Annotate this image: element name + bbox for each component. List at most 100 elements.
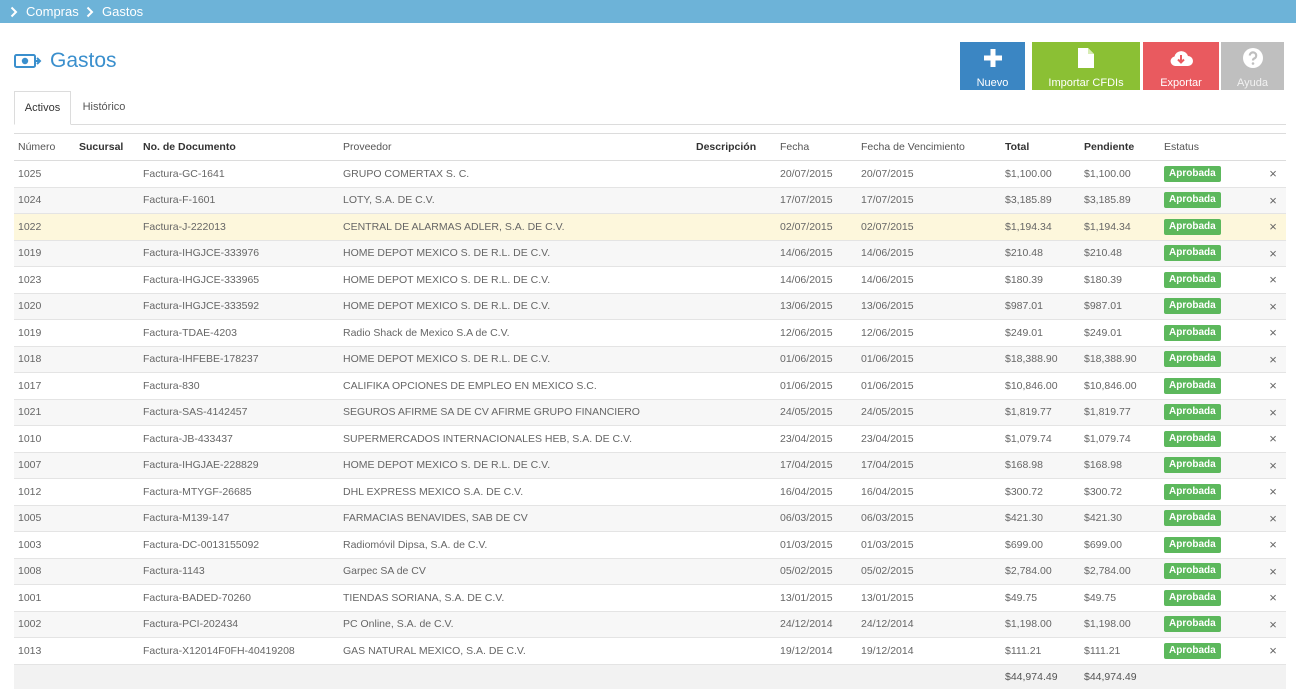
- header-fecha[interactable]: Fecha: [776, 133, 857, 161]
- header-total[interactable]: Total: [1001, 133, 1080, 161]
- table-row[interactable]: 1022 Factura-J-222013 CENTRAL DE ALARMAS A…: [14, 213, 1286, 241]
- cell-estatus: Aprobada: [1160, 240, 1260, 267]
- cell-descripcion: [692, 319, 776, 347]
- cell-total: $300.72: [1001, 478, 1080, 506]
- table-row[interactable]: 1001 Factura-BADED-70260 TIENDAS SORIANA, …: [14, 584, 1286, 612]
- delete-icon[interactable]: ×: [1260, 425, 1286, 453]
- cell-numero: 1012: [14, 478, 75, 506]
- table-row[interactable]: 1005 Factura-M139-147 FARMACIAS BENAVIDES,…: [14, 505, 1286, 532]
- delete-icon[interactable]: ×: [1260, 505, 1286, 532]
- cell-descripcion: [692, 637, 776, 665]
- delete-icon[interactable]: ×: [1260, 558, 1286, 585]
- cell-numero: 1018: [14, 346, 75, 373]
- delete-icon[interactable]: ×: [1260, 266, 1286, 294]
- table-row[interactable]: 1007 Factura-IHGJAE-228829 HOME DEPOT MEXI…: [14, 452, 1286, 479]
- table-row[interactable]: 1018 Factura-IHFEBE-178237 HOME DEPOT MEXI…: [14, 346, 1286, 373]
- delete-icon[interactable]: ×: [1260, 611, 1286, 638]
- table-row[interactable]: 1023 Factura-IHGJCE-333965 HOME DEPOT MEXI…: [14, 266, 1286, 294]
- cell-descripcion: [692, 240, 776, 267]
- delete-icon[interactable]: ×: [1260, 240, 1286, 267]
- ayuda-button[interactable]: Ayuda: [1221, 42, 1284, 90]
- cell-estatus: Aprobada: [1160, 478, 1260, 506]
- cell-sucursal: [75, 505, 139, 532]
- table-row[interactable]: 1003 Factura-DC-0013155092 Radiomóvil Dips…: [14, 531, 1286, 559]
- header-pendiente[interactable]: Pendiente: [1080, 133, 1160, 161]
- table-row[interactable]: 1013 Factura-X12014F0FH-40419208 GAS NATUR…: [14, 637, 1286, 665]
- cell-documento: Factura-IHFEBE-178237: [139, 346, 339, 373]
- cell-total: $1,079.74: [1001, 425, 1080, 453]
- cell-pendiente: $210.48: [1080, 240, 1160, 267]
- status-badge: Aprobada: [1164, 271, 1221, 288]
- cell-descripcion: [692, 425, 776, 453]
- header-numero[interactable]: Número: [14, 133, 75, 161]
- delete-icon[interactable]: ×: [1260, 584, 1286, 612]
- cell-numero: 1019: [14, 319, 75, 347]
- header-sucursal[interactable]: Sucursal: [75, 133, 139, 161]
- delete-icon[interactable]: ×: [1260, 346, 1286, 373]
- delete-icon[interactable]: ×: [1260, 372, 1286, 400]
- cell-estatus: Aprobada: [1160, 266, 1260, 294]
- table-row[interactable]: 1017 Factura-830 CALIFIKA OPCIONES DE EMPL…: [14, 372, 1286, 400]
- delete-icon[interactable]: ×: [1260, 637, 1286, 665]
- table-row[interactable]: 1008 Factura-1143 Garpec SA de CV 05/02/201…: [14, 558, 1286, 585]
- cell-fecha: 01/03/2015: [776, 531, 857, 559]
- header-proveedor[interactable]: Proveedor: [339, 133, 692, 161]
- header-vencimiento[interactable]: Fecha de Vencimiento: [857, 133, 1001, 161]
- status-badge: Aprobada: [1164, 536, 1221, 553]
- header-descripcion[interactable]: Descripción: [692, 133, 776, 161]
- table-row[interactable]: 1010 Factura-JB-433437 SUPERMERCADOS INTER…: [14, 425, 1286, 453]
- nuevo-button[interactable]: Nuevo: [960, 42, 1025, 90]
- delete-icon[interactable]: ×: [1260, 293, 1286, 320]
- cell-total: $210.48: [1001, 240, 1080, 267]
- cell-documento: Factura-F-1601: [139, 187, 339, 214]
- cell-proveedor: GRUPO COMERTAX S. C.: [339, 160, 692, 188]
- tab-historico[interactable]: Histórico: [74, 91, 134, 124]
- grand-total: $44,974.49: [1001, 664, 1080, 689]
- cell-sucursal: [75, 240, 139, 267]
- table-row[interactable]: 1021 Factura-SAS-4142457 SEGUROS AFIRME SA…: [14, 399, 1286, 426]
- cell-descripcion: [692, 399, 776, 426]
- breadcrumb-compras[interactable]: Compras: [26, 4, 79, 19]
- cell-numero: 1008: [14, 558, 75, 585]
- delete-icon[interactable]: ×: [1260, 531, 1286, 559]
- cell-sucursal: [75, 266, 139, 294]
- status-badge: Aprobada: [1164, 324, 1221, 341]
- table-row[interactable]: 1019 Factura-IHGJCE-333976 HOME DEPOT MEXI…: [14, 240, 1286, 267]
- exportar-button[interactable]: Exportar: [1143, 42, 1219, 90]
- cell-vencimiento: 23/04/2015: [857, 425, 1001, 453]
- tab-activos[interactable]: Activos: [14, 91, 71, 125]
- delete-icon[interactable]: ×: [1260, 187, 1286, 214]
- cell-estatus: Aprobada: [1160, 611, 1260, 638]
- delete-icon[interactable]: ×: [1260, 452, 1286, 479]
- grand-pendiente: $44,974.49: [1080, 664, 1160, 689]
- cell-sucursal: [75, 478, 139, 506]
- status-badge: Aprobada: [1164, 563, 1221, 580]
- cell-sucursal: [75, 611, 139, 638]
- cell-fecha: 13/06/2015: [776, 293, 857, 320]
- status-badge: Aprobada: [1164, 457, 1221, 474]
- table-row[interactable]: 1020 Factura-IHGJCE-333592 HOME DEPOT MEXI…: [14, 293, 1286, 320]
- delete-icon[interactable]: ×: [1260, 399, 1286, 426]
- cell-total: $1,100.00: [1001, 160, 1080, 188]
- page-title: Gastos: [50, 49, 117, 72]
- cell-documento: Factura-830: [139, 372, 339, 400]
- table-row[interactable]: 1025 Factura-GC-1641 GRUPO COMERTAX S. C. 2…: [14, 160, 1286, 188]
- delete-icon[interactable]: ×: [1260, 213, 1286, 241]
- table-row[interactable]: 1019 Factura-TDAE-4203 Radio Shack de Mexi…: [14, 319, 1286, 347]
- header-documento[interactable]: No. de Documento: [139, 133, 339, 161]
- cell-pendiente: $1,079.74: [1080, 425, 1160, 453]
- table-row[interactable]: 1024 Factura-F-1601 LOTY, S.A. DE C.V. 17/0…: [14, 187, 1286, 214]
- cell-descripcion: [692, 531, 776, 559]
- delete-icon[interactable]: ×: [1260, 160, 1286, 188]
- importar-cfdis-button[interactable]: Importar CFDIs: [1032, 42, 1140, 90]
- totals-row: $44,974.49 $44,974.49: [14, 664, 1286, 689]
- table-row[interactable]: 1012 Factura-MTYGF-26685 DHL EXPRESS MEXIC…: [14, 478, 1286, 506]
- cell-estatus: Aprobada: [1160, 213, 1260, 241]
- table-row[interactable]: 1002 Factura-PCI-202434 PC Online, S.A. de…: [14, 611, 1286, 638]
- cell-estatus: Aprobada: [1160, 372, 1260, 400]
- delete-icon[interactable]: ×: [1260, 319, 1286, 347]
- header-estatus[interactable]: Estatus: [1160, 133, 1260, 161]
- delete-icon[interactable]: ×: [1260, 478, 1286, 506]
- cell-proveedor: HOME DEPOT MEXICO S. DE R.L. DE C.V.: [339, 346, 692, 373]
- cell-numero: 1001: [14, 584, 75, 612]
